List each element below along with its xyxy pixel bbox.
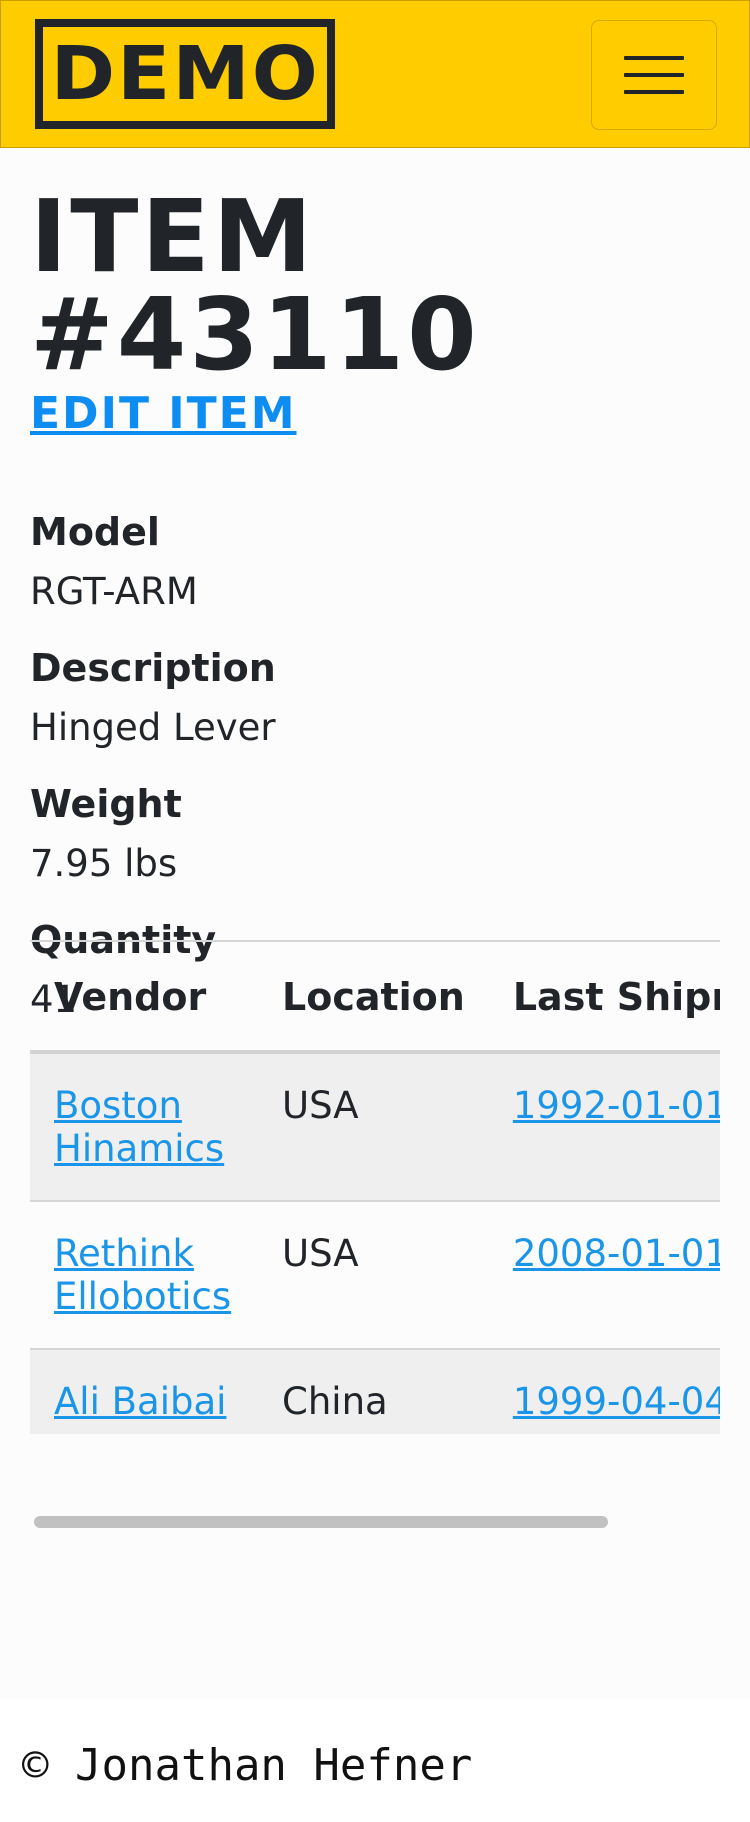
column-header-last-shipment: Last Shipment <box>488 942 720 1054</box>
navbar: DEMO <box>0 0 750 148</box>
model-value: RGT-ARM <box>30 570 198 613</box>
hamburger-icon-bar <box>624 90 684 94</box>
page-title: ITEM #43110 <box>30 187 480 385</box>
vendors-table-container[interactable]: Vendor Location Last Shipment BostonHina… <box>30 940 720 1434</box>
vendor-cell: Ali Baibai <box>30 1349 258 1434</box>
footer-author: Jonathan Hefner <box>75 1740 473 1791</box>
vendor-link[interactable]: Ali Baibai <box>54 1380 226 1423</box>
table-row: Boston Hinamics USA 1992-01-01 <box>30 1052 720 1202</box>
location-cell: USA <box>258 1052 489 1202</box>
table-row: Rethink Ellobotics USA 2008-01-01 <box>30 1201 720 1350</box>
last-shipment-link[interactable]: 2008-01-01 <box>513 1232 720 1275</box>
hamburger-icon <box>624 56 684 60</box>
main-content: ITEM #43110 EDIT ITEM Model RGT-ARM Desc… <box>0 148 750 1698</box>
vendor-cell: Rethink Ellobotics <box>30 1201 258 1350</box>
weight-value: 7.95 lbs <box>30 842 178 885</box>
footer: © Jonathan Hefner <box>22 1740 472 1791</box>
last-shipment-cell: 2008-01-01 <box>488 1201 720 1350</box>
horizontal-scrollbar[interactable] <box>34 1516 608 1528</box>
description-label: Description <box>30 646 276 690</box>
location-cell: USA <box>258 1201 489 1350</box>
hamburger-icon-bar <box>624 73 684 77</box>
vendor-link[interactable]: Rethink Ellobotics <box>54 1232 231 1318</box>
weight-label: Weight <box>30 782 182 826</box>
brand-logo[interactable]: DEMO <box>35 19 335 129</box>
vendors-table: Vendor Location Last Shipment BostonHina… <box>30 942 720 1434</box>
column-header-vendor: Vendor <box>30 942 258 1054</box>
last-shipment-cell: 1992-01-01 <box>488 1052 720 1202</box>
description-value: Hinged Lever <box>30 706 276 749</box>
table-header-row: Vendor Location Last Shipment <box>30 942 720 1054</box>
brand-logo-text: DEMO <box>50 31 320 117</box>
last-shipment-link[interactable]: 1999-04-04 <box>513 1380 720 1423</box>
copyright-icon: © <box>22 1740 49 1791</box>
page-title-line2: #43110 <box>30 276 480 393</box>
last-shipment-cell: 1999-04-04 <box>488 1349 720 1434</box>
model-label: Model <box>30 510 160 554</box>
location-cell: China <box>258 1349 489 1434</box>
edit-item-link[interactable]: EDIT ITEM <box>30 388 297 439</box>
table-row: Ali Baibai China 1999-04-04 <box>30 1349 720 1434</box>
menu-toggle-button[interactable] <box>591 20 717 130</box>
last-shipment-link[interactable]: 1992-01-01 <box>513 1084 720 1127</box>
vendor-cell: Boston Hinamics <box>30 1052 258 1202</box>
vendor-link[interactable]: Boston Hinamics <box>54 1084 224 1170</box>
column-header-location: Location <box>258 942 489 1054</box>
